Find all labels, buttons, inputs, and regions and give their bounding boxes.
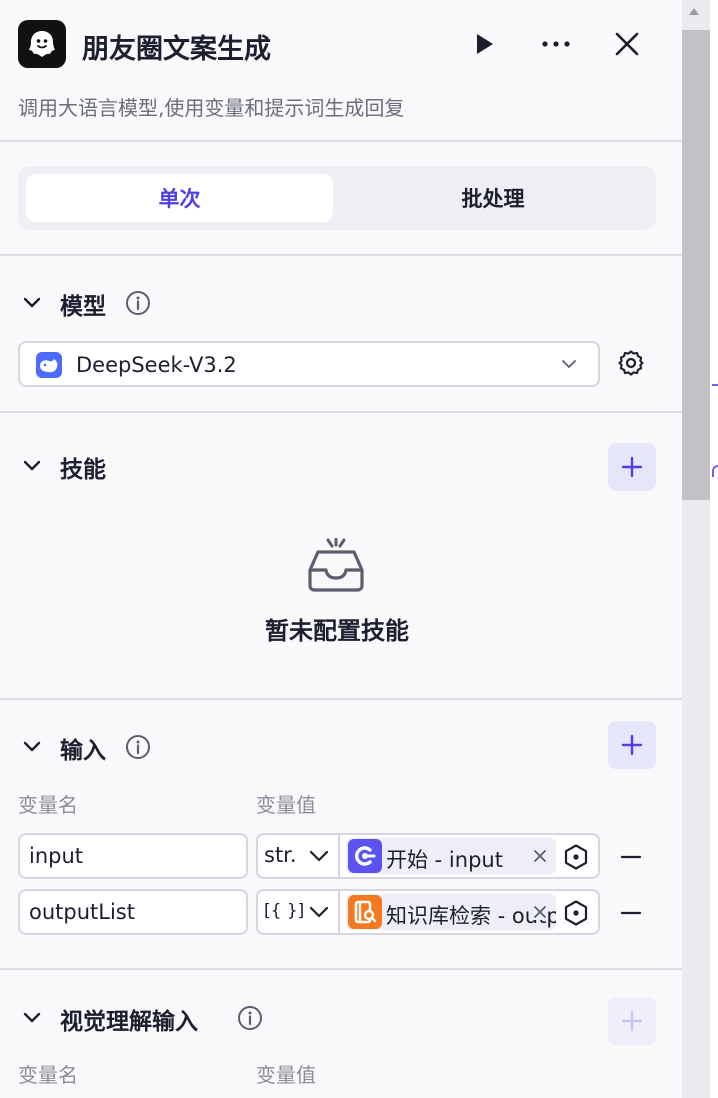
node-logo-icon — [18, 20, 66, 68]
variable-type-label: [{ }] — [264, 901, 305, 921]
variable-reference-chip[interactable]: 知识库检索 - output — [346, 894, 556, 930]
variable-hexagon-icon[interactable] — [562, 843, 590, 871]
column-header-value: 变量值 — [256, 1063, 316, 1087]
collapse-chevron-icon[interactable] — [22, 293, 42, 313]
add-input-button[interactable] — [608, 721, 656, 769]
chevron-down-icon — [309, 906, 329, 918]
model-section-title: 模型 — [60, 294, 106, 320]
canvas-connector-line — [712, 384, 718, 386]
deepseek-whale-icon — [36, 352, 62, 378]
variable-hexagon-icon[interactable] — [562, 899, 590, 927]
collapse-chevron-icon[interactable] — [22, 737, 42, 757]
collapse-chevron-icon[interactable] — [22, 1008, 42, 1028]
play-icon — [477, 34, 493, 54]
add-vision-input-button[interactable] — [608, 997, 656, 1045]
variable-name-input[interactable]: outputList — [18, 889, 248, 935]
more-options-button[interactable] — [540, 28, 572, 60]
empty-box-icon — [308, 538, 364, 592]
workflow-canvas-edge — [710, 0, 718, 1098]
remove-row-button[interactable] — [620, 902, 642, 924]
vision-input-section-title: 视觉理解输入 — [60, 1009, 198, 1035]
add-skill-button[interactable] — [608, 443, 656, 491]
close-icon — [615, 32, 639, 56]
skills-section-title: 技能 — [60, 457, 106, 483]
variable-reference-chip[interactable]: 开始 - input — [346, 838, 556, 874]
close-button[interactable] — [611, 28, 643, 60]
model-name: DeepSeek-V3.2 — [76, 353, 237, 377]
variable-value-field: [{ }] 知识库检索 - output — [256, 889, 600, 935]
knowledge-retrieval-icon — [348, 895, 382, 929]
column-header-value: 变量值 — [256, 793, 316, 817]
section-divider — [0, 411, 682, 413]
variable-type-select[interactable]: [{ }] — [258, 891, 340, 933]
info-icon[interactable] — [125, 734, 151, 760]
header-divider — [0, 140, 682, 142]
info-icon[interactable] — [125, 290, 151, 316]
section-divider — [0, 968, 682, 970]
variable-name-input[interactable]: input — [18, 833, 248, 879]
scroll-up-arrow-icon[interactable] — [689, 8, 699, 15]
column-header-name: 变量名 — [18, 1063, 78, 1087]
reference-text: 知识库检索 - output — [386, 904, 556, 928]
section-divider — [0, 254, 682, 256]
start-node-icon — [348, 839, 382, 873]
column-header-name: 变量名 — [18, 793, 78, 817]
info-icon[interactable] — [237, 1005, 263, 1031]
section-divider — [0, 698, 682, 700]
canvas-connector-line — [712, 465, 718, 477]
variable-type-select[interactable]: str. — [258, 835, 340, 877]
chevron-down-icon — [562, 360, 576, 368]
input-section-title: 输入 — [60, 738, 106, 764]
chevron-down-icon — [309, 850, 329, 862]
node-description[interactable]: 调用大语言模型,使用变量和提示词生成回复 — [18, 92, 404, 121]
more-icon — [542, 41, 570, 47]
reference-text: 开始 - input — [386, 848, 503, 872]
run-node-button[interactable] — [468, 28, 500, 60]
gear-icon[interactable] — [616, 348, 646, 378]
skills-empty-text: 暂未配置技能 — [265, 617, 409, 645]
plus-icon — [621, 1010, 643, 1032]
tab-single[interactable]: 单次 — [26, 174, 333, 222]
node-title[interactable]: 朋友圈文案生成 — [82, 27, 271, 66]
plus-icon — [621, 734, 643, 756]
mode-tabs: 单次 批处理 — [18, 166, 656, 230]
clear-reference-icon[interactable] — [532, 848, 548, 864]
collapse-chevron-icon[interactable] — [22, 456, 42, 476]
node-config-panel: 朋友圈文案生成 调用大语言模型,使用变量和提示词生成回复 单次 批处理 模型 D… — [0, 0, 682, 1098]
plus-icon — [621, 456, 643, 478]
remove-row-button[interactable] — [620, 846, 642, 868]
scrollbar-thumb[interactable] — [682, 30, 710, 500]
variable-type-label: str. — [264, 843, 297, 867]
variable-value-field: str. 开始 - input — [256, 833, 600, 879]
tab-batch[interactable]: 批处理 — [338, 174, 648, 222]
clear-reference-icon[interactable] — [532, 904, 548, 920]
model-select[interactable]: DeepSeek-V3.2 — [18, 341, 600, 387]
